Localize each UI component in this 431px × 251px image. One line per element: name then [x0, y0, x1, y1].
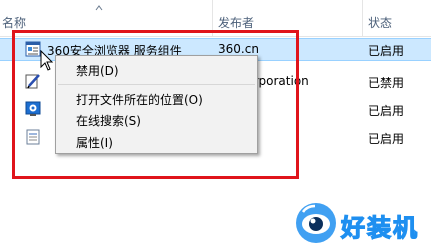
mouse-cursor-icon — [40, 50, 54, 71]
row-status: 已启用 — [368, 44, 405, 58]
column-divider[interactable] — [362, 0, 363, 36]
menu-item-open-file-location[interactable]: 打开文件所在的位置(O) — [76, 91, 203, 108]
row-status: 已启用 — [368, 132, 405, 146]
context-menu: 禁用(D) 打开文件所在的位置(O) 在线搜索(S) 属性(I) — [55, 55, 258, 154]
row-status: 已禁用 — [368, 76, 405, 90]
menu-item-properties[interactable]: 属性(I) — [76, 134, 113, 151]
watermark-text: 好装机 — [340, 213, 419, 242]
menu-item-search-online[interactable]: 在线搜索(S) — [76, 112, 141, 129]
column-status-header[interactable]: 状态 — [368, 14, 392, 31]
eye-logo-icon — [296, 203, 336, 243]
column-name-header[interactable]: 名称 — [2, 14, 26, 31]
sort-ascending-icon — [95, 5, 103, 11]
watermark: 好装机 — [293, 196, 429, 248]
column-publisher-header[interactable]: 发布者 — [218, 14, 254, 31]
menu-item-disable[interactable]: 禁用(D) — [76, 62, 119, 79]
menu-separator — [58, 84, 255, 85]
row-status: 已启用 — [368, 104, 405, 118]
